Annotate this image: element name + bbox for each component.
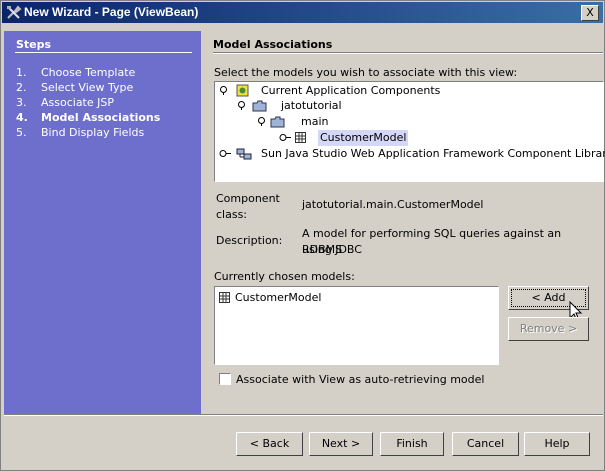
step-number: 5. bbox=[16, 126, 27, 139]
steps-panel: Steps 1. Choose Template 2. Select View Ty… bbox=[4, 31, 201, 414]
app-components-icon bbox=[236, 84, 249, 97]
wizard-tools-icon bbox=[7, 5, 22, 19]
title-divider bbox=[213, 52, 603, 54]
auto-retrieve-checkbox[interactable] bbox=[219, 373, 231, 385]
tree-node-label: Current Application Components bbox=[261, 84, 441, 97]
folder-icon bbox=[270, 116, 285, 128]
tree-handle-icon[interactable] bbox=[219, 149, 231, 158]
step-label: Select View Type bbox=[41, 81, 134, 94]
step-item: 2. Select View Type bbox=[16, 80, 160, 95]
step-item-current: 4. Model Associations bbox=[16, 110, 160, 125]
next-button[interactable]: Next > bbox=[309, 432, 373, 456]
steps-header: Steps bbox=[16, 38, 52, 51]
next-button-label: Next > bbox=[321, 437, 361, 450]
instruction-label: Select the models you wish to associate … bbox=[214, 66, 518, 79]
step-label: Model Associations bbox=[41, 111, 161, 124]
tree-handle-icon[interactable] bbox=[219, 86, 228, 95]
close-button[interactable]: X bbox=[581, 5, 599, 21]
cancel-button[interactable]: Cancel bbox=[452, 432, 519, 456]
component-class-value: jatotutorial.main.CustomerModel bbox=[302, 198, 484, 211]
title-bar[interactable]: New Wizard - Page (ViewBean) X bbox=[2, 2, 603, 23]
back-button[interactable]: < Back bbox=[236, 432, 303, 456]
remove-button[interactable]: Remove > bbox=[508, 317, 589, 341]
step-label: Associate JSP bbox=[41, 96, 114, 109]
finish-button-label: Finish bbox=[396, 437, 428, 450]
model-icon bbox=[295, 132, 306, 143]
tree-leaf-icon bbox=[279, 134, 291, 141]
component-class-label: Component class: bbox=[216, 192, 280, 221]
step-number: 2. bbox=[16, 81, 27, 94]
back-button-label: < Back bbox=[249, 437, 290, 450]
tree-handle-icon[interactable] bbox=[237, 101, 246, 110]
cancel-button-label: Cancel bbox=[466, 437, 505, 450]
help-button[interactable]: Help bbox=[524, 432, 590, 456]
step-item: 5. Bind Display Fields bbox=[16, 125, 160, 140]
wizard-window: New Wizard - Page (ViewBean) X Steps 1. C… bbox=[0, 0, 605, 471]
add-button-label: < Add bbox=[531, 291, 566, 304]
finish-button[interactable]: Finish bbox=[380, 432, 444, 456]
window-title: New Wizard - Page (ViewBean) bbox=[24, 5, 199, 19]
help-button-label: Help bbox=[544, 437, 570, 450]
steps-divider bbox=[15, 52, 192, 53]
steps-list: 1. Choose Template 2. Select View Type 3. A… bbox=[16, 65, 160, 140]
tree-node-label: main bbox=[301, 115, 329, 128]
library-icon bbox=[236, 148, 252, 160]
tree-node-label: jatotutorial bbox=[281, 99, 342, 112]
list-item-label: CustomerModel bbox=[235, 291, 322, 304]
model-icon bbox=[219, 292, 230, 303]
step-number: 3. bbox=[16, 96, 27, 109]
step-item: 3. Associate JSP bbox=[16, 95, 160, 110]
main-panel: Model Associations Select the models you… bbox=[202, 31, 605, 414]
description-label: Description: bbox=[216, 234, 283, 247]
chosen-models-label: Currently chosen models: bbox=[214, 270, 355, 283]
step-number: 1. bbox=[16, 66, 27, 79]
tree-node-label-selected: CustomerModel bbox=[318, 130, 409, 146]
step-item: 1. Choose Template bbox=[16, 65, 160, 80]
page-title: Model Associations bbox=[213, 38, 333, 51]
remove-button-label: Remove > bbox=[519, 322, 578, 335]
step-label: Bind Display Fields bbox=[41, 126, 145, 139]
footer-divider bbox=[4, 414, 603, 416]
tree-node-label: Sun Java Studio Web Application Framewor… bbox=[261, 147, 605, 160]
close-icon: X bbox=[586, 6, 594, 19]
auto-retrieve-label: Associate with View as auto-retrieving m… bbox=[236, 373, 485, 386]
folder-icon bbox=[252, 100, 267, 112]
description-value-line2: using JDBC bbox=[302, 243, 362, 256]
step-label: Choose Template bbox=[41, 66, 136, 79]
tree-handle-icon[interactable] bbox=[257, 117, 266, 126]
models-tree[interactable]: Current Application Components jatotutor… bbox=[214, 81, 605, 182]
step-number: 4. bbox=[16, 111, 28, 124]
chosen-models-list[interactable]: CustomerModel bbox=[214, 286, 499, 365]
